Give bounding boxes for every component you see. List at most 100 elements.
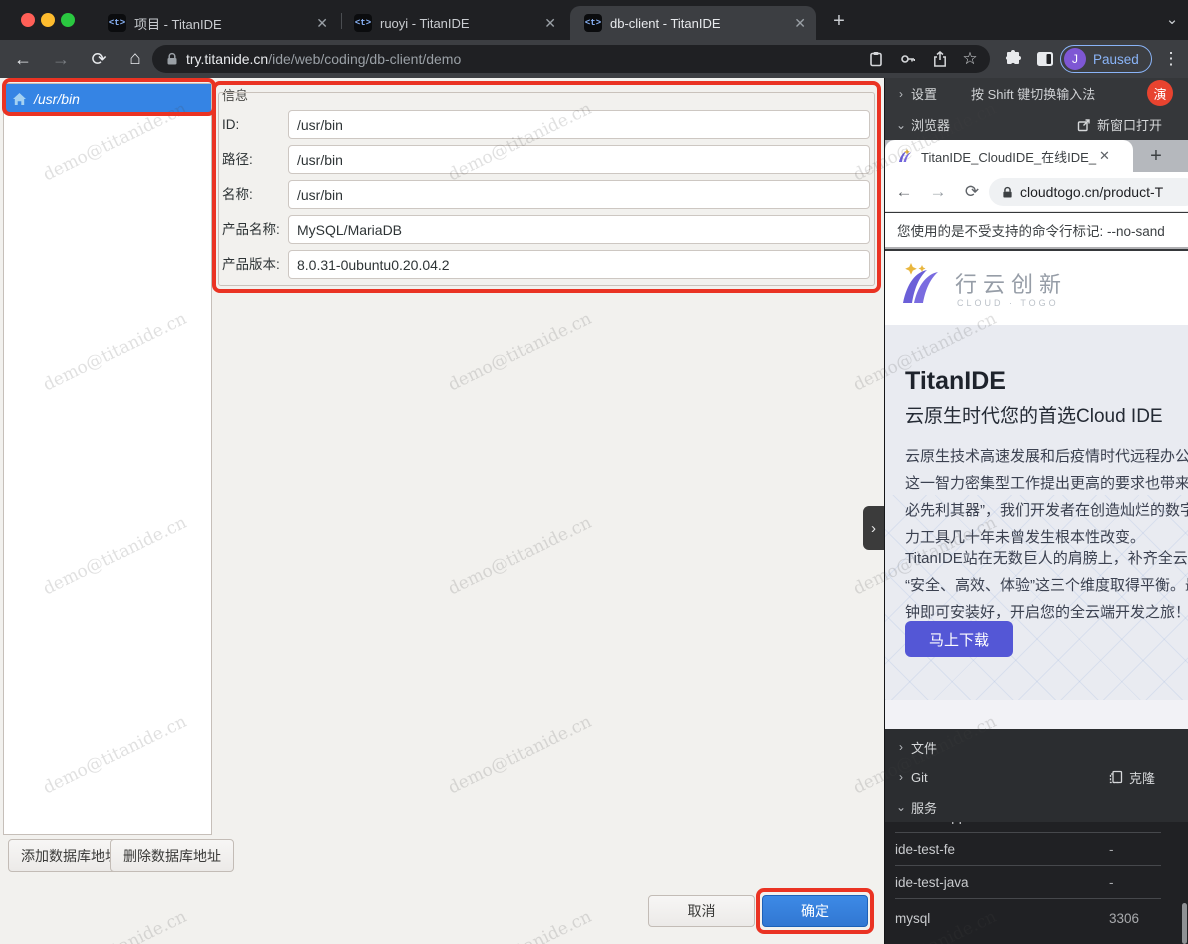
bookmark-star-icon[interactable]: ☆ [956,45,984,73]
home-icon[interactable]: ⌂ [120,40,150,78]
maximize-window-button[interactable] [61,13,75,27]
reload-icon[interactable]: ⟳ [84,40,114,78]
hero-paragraph-1: 云原生技术高速发展和后疫情时代远程办公等新 这一智力密集型工作提出更高的要求也带… [905,443,1188,551]
download-now-button[interactable]: 马上下载 [905,621,1013,657]
browser-toolbar: ← → ⟳ ⌂ try.titanide.cn/ide/web/coding/d… [0,40,1188,78]
delete-database-address-button[interactable]: 删除数据库地址 [110,839,234,872]
close-tab-icon[interactable]: ✕ [794,15,806,32]
clone-icon [1109,770,1123,784]
chevron-right-icon: › [891,740,911,754]
mini-tab-strip: TitanIDE_CloudIDE_在线IDE_ ✕ + [885,140,1188,172]
list-item-usr-bin[interactable]: /usr/bin [4,84,211,113]
ime-hint: 按 Shift 键切换输入法 [971,84,1095,103]
id-field[interactable] [288,110,870,139]
field-label-id: ID: [222,110,286,139]
chevron-down-icon: ⌄ [891,800,911,814]
service-row[interactable]: ide-test-app-v1 - [895,822,1161,833]
new-tab-button[interactable]: + [826,8,852,34]
chevron-right-icon: › [891,770,911,784]
service-name: ide-test-java [895,875,969,890]
files-section-row[interactable]: › 文件 [885,732,1188,762]
menu-dots-icon[interactable]: ⋮ [1156,40,1186,78]
back-icon[interactable]: ← [8,40,38,78]
product-version-field[interactable] [288,250,870,279]
field-label-product-name: 产品名称: [222,215,286,244]
extensions-puzzle-icon[interactable] [998,40,1028,78]
workspace-panel: › 文件 › Git 克隆 ⌄ 服务 ide-test-app-v1 [885,729,1188,944]
open-new-window-button[interactable]: 新窗口打开 [1077,115,1162,134]
mini-new-tab-button[interactable]: + [1143,143,1169,169]
ok-button[interactable]: 确定 [762,895,868,927]
service-name: mysql [895,911,930,926]
clipboard-icon[interactable] [862,45,890,73]
close-tab-icon[interactable]: ✕ [544,15,556,32]
tab-db-client-active[interactable]: <t> db-client - TitanIDE ✕ [570,6,816,40]
settings-section-row[interactable]: › 设置 按 Shift 键切换输入法 [885,78,1188,109]
field-label-product-version: 产品版本: [222,250,286,279]
sync-paused-label: Paused [1093,52,1139,67]
share-icon[interactable] [926,45,954,73]
mini-address-bar[interactable]: cloudtogo.cn/product-T [989,178,1188,206]
service-row[interactable]: ide-test-fe - [895,833,1161,866]
service-name: ide-test-app-v1 [895,822,985,824]
tab-ruoyi[interactable]: <t> ruoyi - TitanIDE ✕ [344,6,566,40]
close-tab-icon[interactable]: ✕ [1099,148,1110,164]
close-window-button[interactable] [21,13,35,27]
lock-icon [1002,186,1013,199]
new-window-icon [1077,118,1091,132]
close-tab-icon[interactable]: ✕ [316,15,328,32]
browser-section-row[interactable]: ⌄ 浏览器 新窗口打开 [885,109,1188,140]
chevron-right-icon: › [891,87,911,101]
tab-project[interactable]: <t> 项目 - TitanIDE ✕ [98,6,338,40]
cloudtogo-logo-icon [899,263,947,312]
settings-label: 设置 [911,84,937,103]
name-field[interactable] [288,180,870,209]
hero-section: TitanIDE 云原生时代您的首选Cloud IDE 云原生技术高速发展和后疫… [885,325,1188,700]
hero-title: TitanIDE [905,367,1006,396]
git-section-row[interactable]: › Git 克隆 [885,762,1188,792]
path-field[interactable] [288,145,870,174]
titanide-favicon: <t> [584,14,602,32]
mini-tab-cloudide[interactable]: TitanIDE_CloudIDE_在线IDE_ ✕ [885,140,1133,172]
scrollbar-thumb[interactable] [1182,903,1187,944]
url-path: /ide/web/coding/db-client/demo [268,51,461,67]
forward-icon[interactable]: → [46,40,76,78]
hero-subtitle: 云原生时代您的首选Cloud IDE [905,401,1163,428]
services-label: 服务 [911,798,937,817]
cloudtogo-brand-header: 行云创新 CLOUD · TOGO [885,251,1188,325]
field-label-name: 名称: [222,180,286,209]
chevron-down-icon: ⌄ [891,118,911,132]
git-clone-button[interactable]: 克隆 [1109,768,1155,787]
service-row[interactable]: mysql 3306 [895,899,1161,937]
side-panel-icon[interactable] [1030,40,1060,78]
db-client-app: /usr/bin 信息 ID: 路径: 名称: 产品名称: 产品版本: 添加数据… [0,78,884,944]
browser-window: <t> 项目 - TitanIDE ✕ <t> ruoyi - TitanIDE… [0,0,1188,944]
titanide-favicon: <t> [354,14,372,32]
field-label-path: 路径: [222,145,286,174]
service-row[interactable]: ide-test-java - [895,866,1161,899]
cancel-button[interactable]: 取消 [648,895,755,927]
lock-icon [166,52,178,66]
files-label: 文件 [911,738,937,757]
service-name: ide-test-fe [895,842,955,857]
back-icon[interactable]: ← [889,172,919,212]
avatar: J [1064,48,1086,70]
forward-icon[interactable]: → [923,172,953,212]
tab-search-chevron-icon[interactable]: ⌄ [1160,6,1184,32]
brand-subtitle: CLOUD · TOGO [957,298,1059,308]
profile-button[interactable]: J Paused [1060,45,1152,73]
product-name-field[interactable] [288,215,870,244]
panel-collapse-handle[interactable]: › [863,506,884,550]
reload-icon[interactable]: ⟳ [957,172,987,212]
list-item-label: /usr/bin [34,91,80,107]
key-icon[interactable] [894,45,922,73]
new-window-label: 新窗口打开 [1097,115,1162,134]
demo-badge[interactable]: 演 [1147,80,1173,106]
minimize-window-button[interactable] [41,13,55,27]
address-bar[interactable]: try.titanide.cn/ide/web/coding/db-client… [152,45,990,73]
tab-title: db-client - TitanIDE [610,16,788,31]
url-host: try.titanide.cn [186,51,268,67]
services-section-row[interactable]: ⌄ 服务 [885,792,1188,822]
git-label: Git [911,770,928,785]
clone-label: 克隆 [1129,768,1155,787]
